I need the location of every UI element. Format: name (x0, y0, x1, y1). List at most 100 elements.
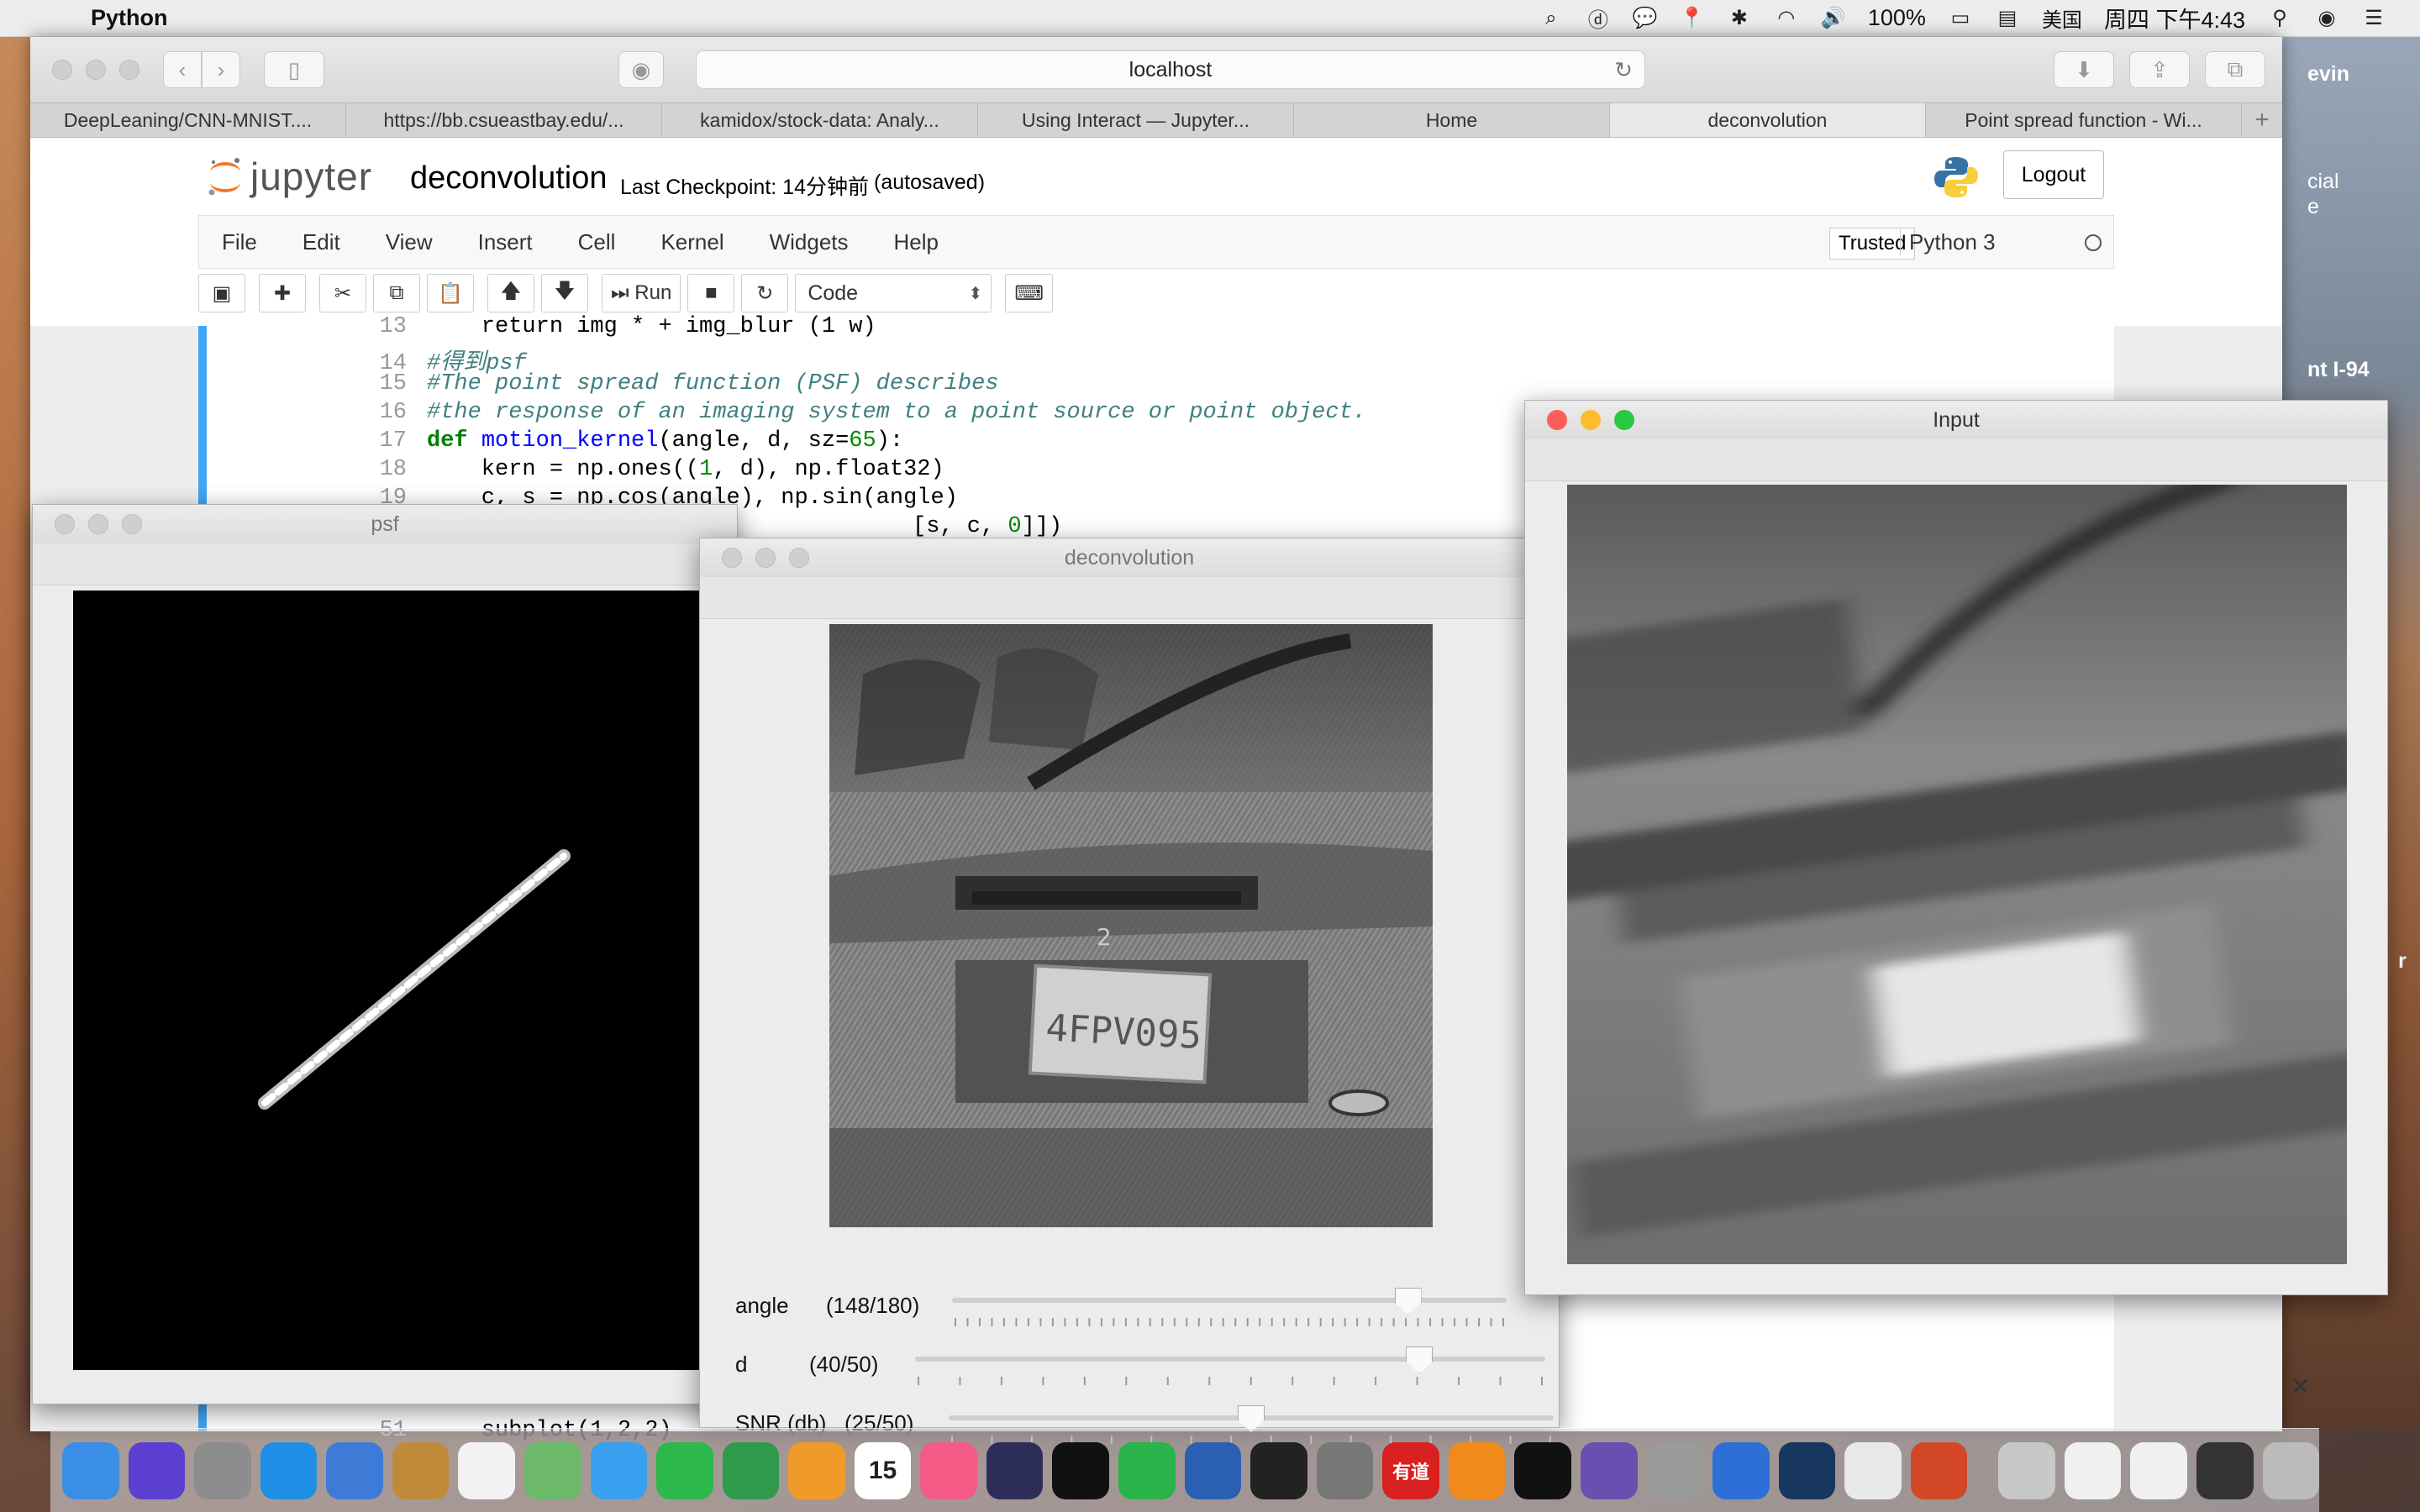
rocket-icon[interactable] (1998, 1441, 2055, 1499)
battery-percent[interactable]: 100% (1868, 5, 1926, 31)
paste-button[interactable]: 📋 (427, 274, 474, 312)
dictionary-icon[interactable]: ⓓ (1586, 6, 1611, 32)
logout-button[interactable]: Logout (2003, 150, 2104, 199)
browser-tab[interactable]: DeepLeaning/CNN-MNIST.... (30, 103, 346, 137)
d-slider-track[interactable] (915, 1357, 1545, 1362)
notebook-title[interactable]: deconvolution (410, 160, 608, 197)
clock[interactable]: 周四 下午4:43 (2104, 2, 2245, 34)
share-button[interactable]: ⇪ (2129, 51, 2190, 88)
tabs-overview-button[interactable]: ⧉ (2205, 51, 2265, 88)
trash-icon[interactable] (2262, 1441, 2320, 1499)
itunes-icon[interactable] (920, 1441, 977, 1499)
move-up-button[interactable]: 🡅 (487, 274, 534, 312)
photos-icon[interactable] (458, 1441, 515, 1499)
numbers-icon[interactable] (722, 1441, 780, 1499)
menu-cell[interactable]: Cell (555, 229, 639, 255)
forward-button[interactable]: › (202, 51, 240, 88)
volume-icon[interactable]: 🔊 (1821, 6, 1846, 31)
word-icon[interactable] (1184, 1441, 1242, 1499)
interrupt-button[interactable]: ■ (687, 274, 735, 312)
pages-icon[interactable] (788, 1441, 845, 1499)
terminal-icon[interactable] (1514, 1441, 1571, 1499)
d-slider-thumb[interactable] (1406, 1347, 1433, 1373)
menu-view[interactable]: View (363, 229, 455, 255)
github-icon[interactable] (1580, 1441, 1638, 1499)
steam-icon[interactable] (1778, 1441, 1836, 1499)
bluetooth-icon[interactable]: ✱ (1727, 6, 1752, 31)
facetime-icon[interactable] (656, 1441, 713, 1499)
window-titlebar[interactable]: psf (33, 505, 737, 543)
image-capture-icon[interactable] (1646, 1441, 1704, 1499)
safari-icon[interactable] (260, 1441, 318, 1499)
move-down-button[interactable]: 🡇 (541, 274, 588, 312)
notification-center-icon[interactable]: ☰ (2361, 6, 2386, 31)
new-tab-button[interactable]: + (2242, 103, 2282, 137)
sidebar-button[interactable]: ▯ (264, 51, 324, 88)
wifi-icon[interactable]: ◠ (1774, 6, 1799, 31)
sublime-icon[interactable] (1448, 1441, 1506, 1499)
qq-icon[interactable] (1052, 1441, 1109, 1499)
address-bar[interactable]: localhost ↻ (696, 50, 1645, 89)
angle-slider-thumb[interactable] (1394, 1288, 1422, 1315)
screenshot-tool-icon[interactable]: ⌕ (1539, 6, 1564, 31)
menu-help[interactable]: Help (871, 229, 961, 255)
downloads-button[interactable]: ⬇ (2054, 51, 2114, 88)
browser-tab-active[interactable]: deconvolution (1610, 103, 1926, 137)
xcode-icon[interactable] (1712, 1441, 1770, 1499)
reload-icon[interactable]: ↻ (1614, 57, 1633, 83)
launchpad-icon[interactable] (194, 1441, 251, 1499)
save-button[interactable]: ▣ (198, 274, 245, 312)
command-palette-button[interactable]: ⌨ (1005, 274, 1053, 312)
siri-menu-icon[interactable]: ◉ (2314, 6, 2339, 31)
close-button[interactable] (52, 60, 72, 80)
browser-tab[interactable]: Home (1294, 103, 1610, 137)
wechat-icon[interactable] (1118, 1441, 1176, 1499)
input-method[interactable]: 美国 (2042, 3, 2082, 33)
menu-file[interactable]: File (199, 229, 280, 255)
run-button[interactable]: ⏭ Run (602, 274, 681, 312)
window-titlebar[interactable]: Input (1525, 401, 2387, 439)
browser-tab[interactable]: Using Interact — Jupyter... (978, 103, 1294, 137)
menu-edit[interactable]: Edit (280, 229, 363, 255)
cell-type-select[interactable]: Code (795, 274, 992, 312)
maps-icon[interactable] (523, 1441, 581, 1499)
restart-button[interactable]: ↻ (741, 274, 789, 312)
document2-icon[interactable] (2130, 1441, 2187, 1499)
close-icon[interactable]: ✕ (2291, 1373, 2310, 1400)
us-flag-icon[interactable]: ▤ (1995, 6, 2020, 31)
minimize-button[interactable] (86, 60, 106, 80)
activity-monitor-icon[interactable] (1250, 1441, 1307, 1499)
menu-widgets[interactable]: Widgets (747, 229, 871, 255)
messages-icon[interactable] (590, 1441, 648, 1499)
eclipse-icon[interactable] (986, 1441, 1044, 1499)
youdao-icon[interactable]: 有道 (1382, 1441, 1439, 1499)
wechat-status-icon[interactable]: 💬 (1633, 6, 1658, 31)
siri-icon[interactable] (128, 1441, 186, 1499)
insert-cell-button[interactable]: ✚ (259, 274, 306, 312)
menu-insert[interactable]: Insert (455, 229, 555, 255)
screenshot-icon[interactable] (2196, 1441, 2254, 1499)
extension-button[interactable]: ◉ (618, 51, 664, 88)
menu-kernel[interactable]: Kernel (638, 229, 746, 255)
angle-slider-track[interactable] (952, 1298, 1507, 1303)
spotlight-icon[interactable]: ⚲ (2267, 6, 2292, 31)
browser-tab[interactable]: kamidox/stock-data: Analy... (662, 103, 978, 137)
browser-tab[interactable]: Point spread function - Wi... (1926, 103, 2242, 137)
window-titlebar[interactable]: deconvolution (700, 538, 1559, 577)
preview-icon[interactable] (392, 1441, 450, 1499)
chrome-icon[interactable] (1844, 1441, 1902, 1499)
finder-icon[interactable] (62, 1441, 119, 1499)
cut-button[interactable]: ✂ (319, 274, 366, 312)
browser-tab[interactable]: https://bb.csueastbay.edu/... (346, 103, 662, 137)
location-icon[interactable]: 📍 (1680, 6, 1705, 31)
zoom-button[interactable] (119, 60, 139, 80)
copy-button[interactable]: ⧉ (373, 274, 420, 312)
battery-icon[interactable]: ▭ (1948, 6, 1973, 31)
back-button[interactable]: ‹ (163, 51, 202, 88)
document-icon[interactable] (2064, 1441, 2122, 1499)
system-preferences-icon[interactable] (1316, 1441, 1374, 1499)
app-menu[interactable]: Python (91, 5, 168, 31)
powerpoint-icon[interactable] (1910, 1441, 1968, 1499)
calendar-icon[interactable]: 15 (854, 1441, 912, 1499)
jupyter-logo[interactable]: jupyter (207, 154, 372, 199)
